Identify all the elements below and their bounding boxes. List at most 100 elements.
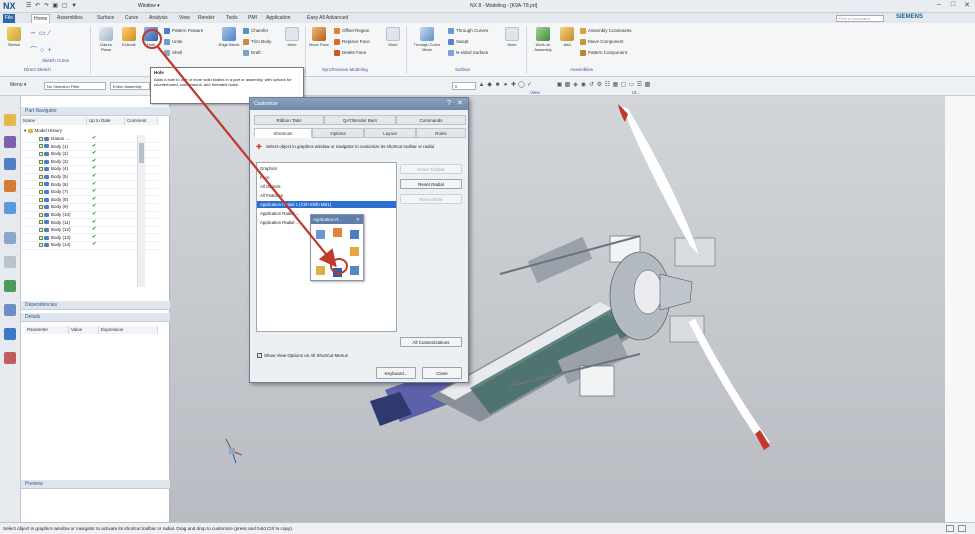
unite-button[interactable]: Unite — [164, 39, 183, 45]
radial-title-bar[interactable]: Application R... ✕ — [311, 215, 363, 224]
visibility-checkbox[interactable] — [39, 228, 43, 232]
view-icon[interactable]: ↺ — [588, 82, 595, 89]
reuse-library-icon[interactable] — [4, 180, 16, 192]
visibility-checkbox[interactable] — [39, 167, 43, 172]
visibility-checkbox[interactable] — [39, 212, 43, 217]
window-menu[interactable]: Window ▾ — [138, 3, 160, 9]
dependencies-panel-header[interactable]: Dependencies — [21, 301, 170, 310]
show-view-options-checkbox[interactable]: ✓ Show View Options on All Shortcut Menus — [257, 353, 348, 359]
pattern-feature-button[interactable]: Pattern Feature — [164, 28, 203, 34]
view-icon[interactable]: ▢ — [620, 82, 627, 89]
view-icon[interactable]: ☰ — [636, 82, 643, 89]
tree-root-model-history[interactable]: ▾ Model History — [21, 127, 158, 134]
assembly-scope-dropdown[interactable]: Entire Assembly — [110, 82, 150, 90]
status-icon[interactable] — [946, 525, 954, 532]
add-component-button[interactable]: Add — [559, 27, 575, 47]
visibility-checkbox[interactable] — [39, 144, 43, 149]
hd3d-tools-icon[interactable] — [4, 202, 16, 214]
delete-face-button[interactable]: Delete Face — [334, 50, 366, 56]
web-browser-icon[interactable] — [4, 232, 16, 244]
visibility-checkbox[interactable] — [39, 243, 43, 248]
value-input[interactable]: 0 — [452, 82, 476, 90]
sketch-shape-icons[interactable]: ⌒○+ — [30, 45, 54, 55]
column-header-expression[interactable]: Expression — [99, 326, 158, 334]
datum-plane-button[interactable]: Datum Plane — [95, 27, 117, 52]
tab-easy-all-advanced[interactable]: Easy All Advanced — [305, 14, 350, 23]
assembly-navigator-icon[interactable] — [4, 114, 16, 126]
extrude-button[interactable]: Extrude — [119, 27, 139, 47]
view-icon[interactable]: ☷ — [604, 82, 611, 89]
visibility-checkbox[interactable] — [39, 136, 43, 141]
part-navigator-icon[interactable] — [4, 158, 16, 170]
tab-commands[interactable]: Commands — [396, 115, 466, 125]
help-icon[interactable]: ? — [447, 98, 451, 110]
radial-command-icon[interactable] — [350, 266, 359, 275]
more-sync-button[interactable]: More — [384, 27, 402, 47]
column-header-name[interactable]: Name — [21, 117, 87, 125]
close-icon[interactable]: ✕ — [457, 98, 463, 110]
snap-icon[interactable]: ✚ — [510, 82, 517, 89]
command-search-input[interactable]: Find a Command — [836, 15, 884, 22]
minimize-button[interactable]: – — [933, 1, 945, 11]
visibility-checkbox[interactable] — [39, 205, 43, 210]
move-component-button[interactable]: Move Component — [580, 39, 624, 45]
visibility-checkbox[interactable] — [39, 235, 43, 240]
through-curves-button[interactable]: Through Curves — [448, 28, 488, 34]
n-sided-surface-button[interactable]: N-sided Surface — [448, 50, 488, 56]
shortcut-type-item[interactable]: Face — [257, 174, 396, 181]
view-icon[interactable]: ▭ — [628, 82, 635, 89]
swept-button[interactable]: Swept — [448, 39, 469, 45]
more-surface-button[interactable]: More — [503, 27, 521, 47]
radial-command-icon[interactable] — [350, 247, 359, 256]
reset-more-button[interactable]: Reset More — [400, 194, 462, 204]
column-header-parameter[interactable]: Parameter — [25, 326, 69, 334]
tab-pmi[interactable]: PMI — [246, 14, 259, 23]
sketch-curve-icons[interactable]: ∽▭∕ — [30, 29, 53, 37]
trim-body-button[interactable]: Trim Body — [243, 39, 271, 45]
reset-toolbar-button[interactable]: Reset Toolbar — [400, 164, 462, 174]
close-icon[interactable]: ✕ — [356, 215, 360, 224]
view-icon[interactable]: ▦ — [612, 82, 619, 89]
tab-application[interactable]: Application — [264, 14, 292, 23]
visibility-checkbox[interactable] — [39, 197, 43, 202]
snap-icon[interactable]: ✓ — [526, 82, 533, 89]
shortcut-type-item[interactable]: Graphics — [257, 165, 396, 172]
view-icon[interactable]: ⚙ — [596, 82, 603, 89]
move-face-button[interactable]: Move Face — [308, 27, 330, 47]
tab-layout[interactable]: Layout — [364, 128, 416, 138]
process-studio-icon[interactable] — [4, 304, 16, 316]
radial-command-icon[interactable] — [350, 230, 359, 239]
snap-icon[interactable]: ◆ — [486, 82, 493, 89]
tab-options[interactable]: Options — [312, 128, 364, 138]
chamfer-button[interactable]: Chamfer — [243, 28, 268, 34]
view-icon[interactable]: ▩ — [644, 82, 651, 89]
navigator-scrollbar[interactable] — [137, 135, 145, 287]
tab-shortcuts[interactable]: Shortcuts — [254, 128, 312, 138]
menu-button[interactable]: Menu ▾ — [8, 82, 40, 90]
tab-qat-border-bars[interactable]: QAT/Border Bars — [324, 115, 396, 125]
constraint-navigator-icon[interactable] — [4, 136, 16, 148]
roles-icon[interactable] — [4, 328, 16, 340]
tab-surface[interactable]: Surface — [95, 14, 116, 23]
view-icon[interactable]: ◉ — [580, 82, 587, 89]
tab-file[interactable]: File — [3, 14, 16, 23]
visibility-checkbox[interactable] — [39, 152, 43, 156]
shortcut-type-item[interactable]: All Objects — [257, 183, 396, 190]
tab-view[interactable]: View — [177, 14, 192, 23]
quick-access-toolbar[interactable]: ☰ ↶ ↷ ▣ ▢ ▼ — [26, 2, 78, 9]
history-icon[interactable] — [4, 256, 16, 268]
shortcut-type-item[interactable]: Application Radial ... — [257, 219, 317, 226]
system-scenes-icon[interactable] — [4, 352, 16, 364]
shortcut-type-item[interactable]: Application Radial ... — [257, 210, 317, 217]
edge-blend-button[interactable]: Edge Blend — [218, 27, 240, 47]
sketch-button[interactable]: Sketch — [4, 27, 24, 47]
tab-ribbon-tabs[interactable]: Ribbon Tabs — [254, 115, 324, 125]
tab-tools[interactable]: Tools — [224, 14, 240, 23]
selection-filter-dropdown[interactable]: No Selection Filter — [44, 82, 106, 90]
view-icon[interactable]: ◈ — [572, 82, 579, 89]
all-customizations-button[interactable]: All Customizations — [400, 337, 462, 347]
tab-analysis[interactable]: Analysis — [147, 14, 170, 23]
visibility-checkbox[interactable] — [39, 190, 43, 194]
shortcut-type-item[interactable]: Application Radial 1 (Ctrl+Shift+MB1) — [257, 201, 396, 208]
column-header-comment[interactable]: Comment — [125, 117, 158, 125]
